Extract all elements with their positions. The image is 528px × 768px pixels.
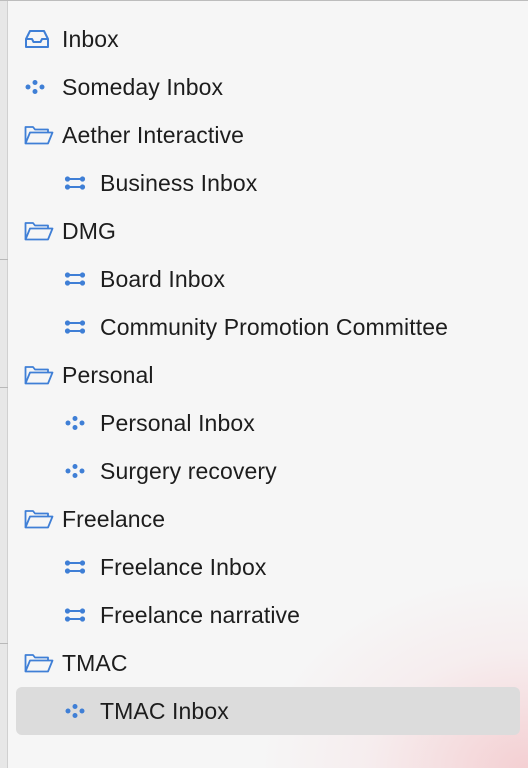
- project-list: Inbox Someday Inbox Aether Interactive B…: [16, 15, 520, 735]
- sidebar-window: Inbox Someday Inbox Aether Interactive B…: [0, 0, 528, 768]
- sidebar-folder-dmg[interactable]: DMG: [16, 207, 520, 255]
- edge-divider: [0, 259, 8, 260]
- sidebar-item-label: Inbox: [62, 26, 119, 52]
- sidebar-item-business-inbox[interactable]: Business Inbox: [16, 159, 520, 207]
- sidebar-item-label: Freelance narrative: [100, 602, 301, 628]
- sidebar-item-label: Freelance Inbox: [100, 554, 267, 580]
- shared-link-icon: [64, 555, 94, 579]
- sidebar-folder-personal[interactable]: Personal: [16, 351, 520, 399]
- shared-link-icon: [64, 315, 94, 339]
- sidebar-item-community-promotion-committee[interactable]: Community Promotion Committee: [16, 303, 520, 351]
- sidebar-folder-tmac[interactable]: TMAC: [16, 639, 520, 687]
- sidebar-item-label: Freelance: [62, 506, 166, 532]
- sidebar-item-tmac-inbox[interactable]: TMAC Inbox: [16, 687, 520, 735]
- folder-icon: [24, 651, 54, 675]
- sidebar-item-label: DMG: [62, 218, 116, 244]
- split-view-edge: [0, 1, 8, 768]
- sidebar-item-label: Business Inbox: [100, 170, 258, 196]
- folder-icon: [24, 219, 54, 243]
- sidebar-item-label: TMAC Inbox: [100, 698, 229, 724]
- sidebar-folder-aether-interactive[interactable]: Aether Interactive: [16, 111, 520, 159]
- dots-cluster-icon: [64, 459, 94, 483]
- folder-icon: [24, 507, 54, 531]
- sidebar-item-label: Personal Inbox: [100, 410, 255, 436]
- dots-cluster-icon: [64, 699, 94, 723]
- sidebar-item-label: Community Promotion Committee: [100, 314, 449, 340]
- sidebar-item-freelance-narrative[interactable]: Freelance narrative: [16, 591, 520, 639]
- sidebar-item-someday-inbox[interactable]: Someday Inbox: [16, 63, 520, 111]
- sidebar-item-label: Board Inbox: [100, 266, 226, 292]
- sidebar-item-label: Someday Inbox: [62, 74, 224, 100]
- sidebar-folder-freelance[interactable]: Freelance: [16, 495, 520, 543]
- shared-link-icon: [64, 267, 94, 291]
- folder-icon: [24, 363, 54, 387]
- sidebar-item-label: Surgery recovery: [100, 458, 277, 484]
- sidebar-item-board-inbox[interactable]: Board Inbox: [16, 255, 520, 303]
- shared-link-icon: [64, 171, 94, 195]
- sidebar-item-label: Personal: [62, 362, 154, 388]
- dots-cluster-icon: [24, 75, 54, 99]
- inbox-tray-icon: [24, 27, 54, 51]
- edge-divider: [0, 643, 8, 644]
- sidebar-item-freelance-inbox[interactable]: Freelance Inbox: [16, 543, 520, 591]
- folder-icon: [24, 123, 54, 147]
- sidebar-item-personal-inbox[interactable]: Personal Inbox: [16, 399, 520, 447]
- sidebar-item-surgery-recovery[interactable]: Surgery recovery: [16, 447, 520, 495]
- sidebar-item-label: TMAC: [62, 650, 128, 676]
- edge-divider: [0, 387, 8, 388]
- sidebar-item-inbox[interactable]: Inbox: [16, 15, 520, 63]
- shared-link-icon: [64, 603, 94, 627]
- dots-cluster-icon: [64, 411, 94, 435]
- sidebar-item-label: Aether Interactive: [62, 122, 245, 148]
